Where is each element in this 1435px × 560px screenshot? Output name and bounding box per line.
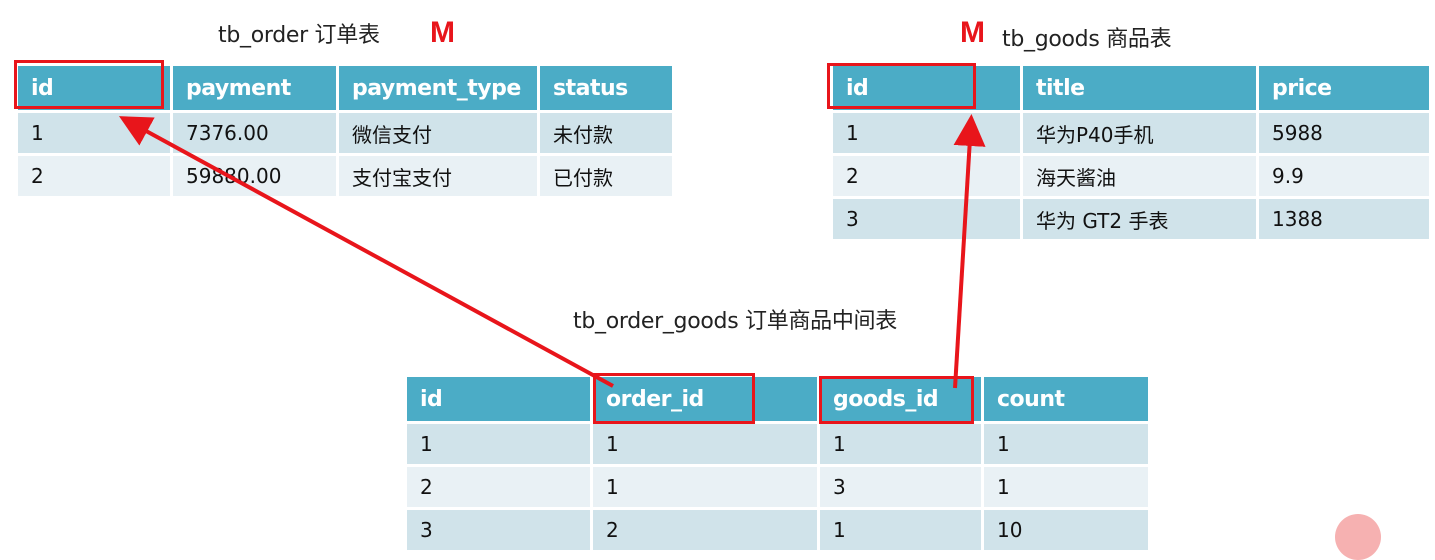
goods-many-marker: M [960, 16, 985, 49]
goods-table: id title price 1 华为P40手机 5988 2 海天酱油 9.9… [830, 63, 1432, 242]
order-many-marker: M [430, 16, 455, 49]
table-cell: 3 [407, 510, 590, 550]
table-cell: 2 [18, 156, 170, 196]
table-cell: 2 [833, 156, 1020, 196]
order-col-payment: payment [173, 66, 336, 110]
table-cell: 1 [820, 424, 981, 464]
order-goods-col-order-id: order_id [593, 377, 817, 421]
order-table-header: id payment payment_type status [18, 66, 672, 110]
order-goods-table-title: tb_order_goods 订单商品中间表 [573, 309, 897, 334]
order-col-status: status [540, 66, 672, 110]
table-cell: 3 [820, 467, 981, 507]
table-row: 1 1 1 1 [407, 424, 1148, 464]
table-cell: 海天酱油 [1023, 156, 1256, 196]
goods-col-id: id [833, 66, 1020, 110]
goods-col-price: price [1259, 66, 1429, 110]
table-cell: 1 [18, 113, 170, 153]
table-row: 2 海天酱油 9.9 [833, 156, 1429, 196]
table-cell: 5988 [1259, 113, 1429, 153]
table-cell: 已付款 [540, 156, 672, 196]
table-cell: 1 [820, 510, 981, 550]
table-row: 3 华为 GT2 手表 1388 [833, 199, 1429, 239]
table-cell: 3 [833, 199, 1020, 239]
table-cell: 华为P40手机 [1023, 113, 1256, 153]
table-row: 2 59880.00 支付宝支付 已付款 [18, 156, 672, 196]
table-cell: 1 [984, 424, 1148, 464]
table-row: 1 7376.00 微信支付 未付款 [18, 113, 672, 153]
order-goods-table: id order_id goods_id count 1 1 1 1 2 1 3… [404, 374, 1151, 553]
order-col-id: id [18, 66, 170, 110]
table-row: 1 华为P40手机 5988 [833, 113, 1429, 153]
table-cell: 2 [593, 510, 817, 550]
table-cell: 2 [407, 467, 590, 507]
table-row: 2 1 3 1 [407, 467, 1148, 507]
table-cell: 1 [407, 424, 590, 464]
order-table: id payment payment_type status 1 7376.00… [15, 63, 675, 199]
table-cell: 支付宝支付 [339, 156, 537, 196]
table-cell: 1388 [1259, 199, 1429, 239]
decorative-blob [1335, 514, 1381, 560]
order-goods-table-header: id order_id goods_id count [407, 377, 1148, 421]
goods-col-title: title [1023, 66, 1256, 110]
goods-table-title: tb_goods 商品表 [1002, 27, 1172, 52]
table-cell: 10 [984, 510, 1148, 550]
table-cell: 微信支付 [339, 113, 537, 153]
table-cell: 1 [833, 113, 1020, 153]
table-cell: 9.9 [1259, 156, 1429, 196]
table-cell: 1 [984, 467, 1148, 507]
table-cell: 59880.00 [173, 156, 336, 196]
table-cell: 未付款 [540, 113, 672, 153]
order-table-title: tb_order 订单表 [218, 23, 380, 48]
order-goods-col-goods-id: goods_id [820, 377, 981, 421]
order-goods-col-id: id [407, 377, 590, 421]
table-cell: 华为 GT2 手表 [1023, 199, 1256, 239]
table-cell: 1 [593, 467, 817, 507]
table-cell: 7376.00 [173, 113, 336, 153]
goods-table-header: id title price [833, 66, 1429, 110]
order-goods-col-count: count [984, 377, 1148, 421]
table-row: 3 2 1 10 [407, 510, 1148, 550]
table-cell: 1 [593, 424, 817, 464]
order-col-payment-type: payment_type [339, 66, 537, 110]
